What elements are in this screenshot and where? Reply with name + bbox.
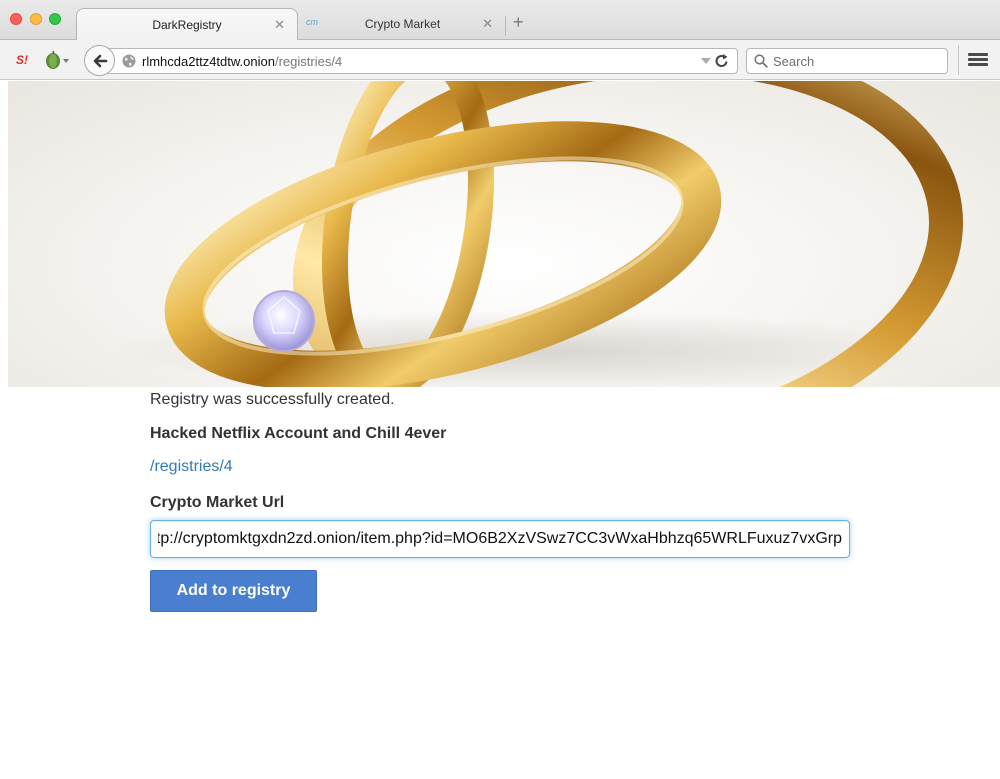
add-to-registry-button[interactable]: Add to registry	[150, 570, 317, 612]
navigation-bar: S! rlmhcda2ttz4tdtw.onion/registries/4 S…	[0, 40, 1000, 80]
crypto-market-favicon-icon: cm	[306, 17, 318, 27]
url-host: rlmhcda2ttz4tdtw.onion	[142, 54, 275, 69]
minimize-window-button[interactable]	[30, 13, 42, 25]
tab-strip: DarkRegistry ✕ cm Crypto Market ✕ +	[0, 0, 1000, 40]
tab-title: DarkRegistry	[152, 17, 222, 32]
success-notice: Registry was successfully created.	[150, 391, 395, 408]
reload-icon[interactable]	[714, 52, 730, 70]
tab-close-icon[interactable]: ✕	[274, 17, 285, 33]
tab-crypto-market[interactable]: cm Crypto Market ✕	[300, 8, 505, 40]
url-text: rlmhcda2ttz4tdtw.onion/registries/4	[142, 54, 342, 69]
tab-title: Crypto Market	[364, 17, 441, 31]
hero-rings-image	[8, 81, 1000, 387]
search-placeholder: Search	[773, 54, 815, 69]
tab-divider	[505, 16, 506, 36]
extension-s-icon[interactable]: S!	[12, 50, 32, 70]
zoom-window-button[interactable]	[49, 13, 61, 25]
crypto-market-url-label: Crypto Market Url	[150, 494, 285, 511]
tab-close-icon[interactable]: ✕	[482, 16, 493, 32]
onion-extension-icon[interactable]	[44, 49, 69, 71]
globe-icon	[122, 54, 136, 68]
hamburger-menu-icon[interactable]	[968, 53, 988, 67]
crypto-market-url-input[interactable]	[150, 520, 850, 558]
back-button[interactable]	[84, 45, 115, 76]
registry-title: Hacked Netflix Account and Chill 4ever	[150, 425, 447, 442]
url-dropdown-icon[interactable]	[701, 58, 711, 64]
tab-darkregistry[interactable]: DarkRegistry ✕	[76, 8, 298, 40]
close-window-button[interactable]	[10, 13, 22, 25]
back-arrow-icon	[93, 54, 107, 67]
registry-link[interactable]: /registries/4	[150, 458, 233, 476]
toolbar-divider	[958, 45, 959, 75]
search-icon	[754, 54, 768, 68]
new-tab-icon[interactable]: +	[513, 13, 524, 31]
url-bar[interactable]: rlmhcda2ttz4tdtw.onion/registries/4	[100, 48, 738, 74]
url-path: /registries/4	[274, 54, 343, 69]
search-bar[interactable]: Search	[746, 48, 948, 74]
